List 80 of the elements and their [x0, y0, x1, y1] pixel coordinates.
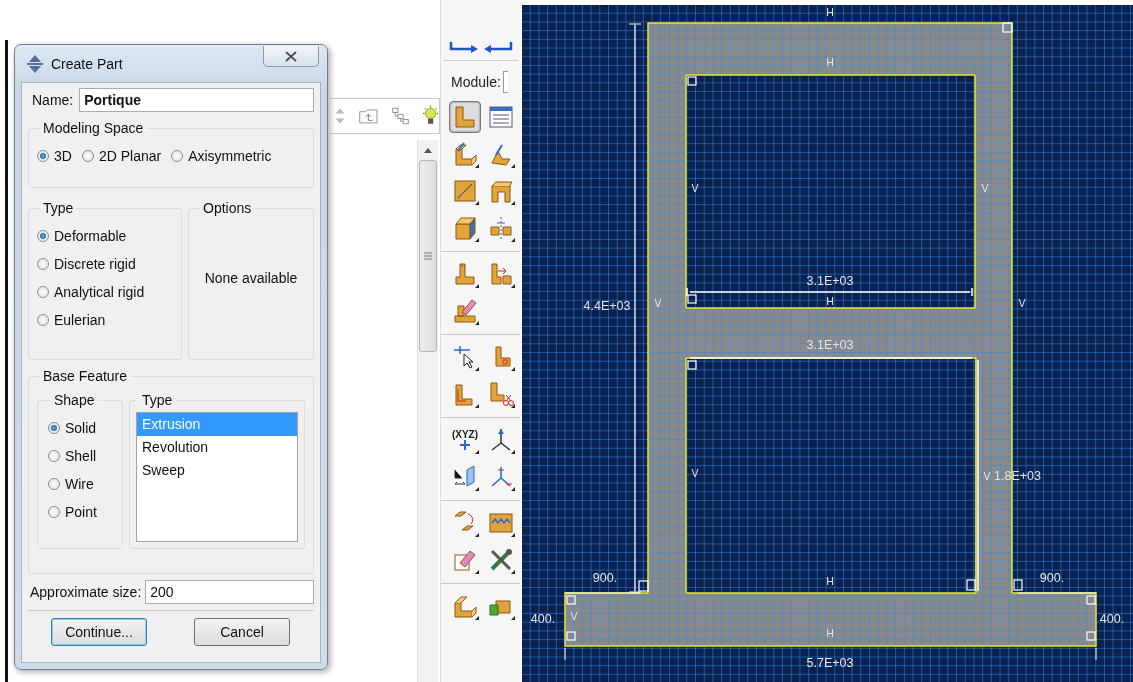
constraint-label: V — [691, 467, 699, 479]
list-item[interactable]: Sweep — [137, 459, 297, 482]
radio-button[interactable]: Point — [48, 504, 112, 520]
frame-base[interactable] — [564, 592, 1097, 647]
radio-button[interactable]: Deformable — [37, 228, 173, 244]
dimension-label: 400. — [530, 612, 556, 626]
constraint-label: H — [826, 295, 834, 307]
frame-column[interactable] — [647, 74, 687, 594]
radio-button[interactable]: 2D Planar — [81, 148, 162, 164]
dimension-label: 900. — [1039, 571, 1065, 585]
grip-icon — [424, 251, 432, 261]
radio-button[interactable]: Analytical rigid — [37, 284, 173, 300]
channel-solid-icon — [488, 178, 514, 204]
name-label: Name: — [32, 92, 74, 108]
options-message: None available — [204, 269, 298, 286]
group-title: Base Feature — [42, 368, 129, 384]
right-arrow-icon — [449, 39, 479, 53]
group-title: Type — [42, 200, 75, 216]
constraint-label: H — [826, 56, 834, 68]
radio-button[interactable]: Axisymmetric — [171, 148, 272, 164]
group-title: Options — [202, 200, 253, 216]
rounded-block-icon — [452, 215, 478, 241]
wrench-screwdriver-icon — [488, 547, 514, 573]
dimension-label: 900. — [592, 571, 618, 585]
continue-button[interactable]: Continue... — [51, 618, 147, 646]
eraser-block-icon — [452, 298, 478, 324]
module-dropdown[interactable] — [502, 71, 508, 93]
mirror-plane-icon — [488, 215, 514, 241]
frame-beam[interactable] — [647, 22, 1013, 76]
frame-beam[interactable] — [685, 307, 977, 359]
dimension-label: 3.1E+03 — [806, 274, 854, 288]
constraint-label: H — [826, 6, 834, 18]
dialog-title: Create Part — [51, 55, 124, 72]
folder-up-icon — [358, 106, 379, 126]
constraint-label: V — [983, 470, 991, 482]
dimension-label: 400. — [1099, 612, 1125, 626]
plane-axes-icon — [452, 464, 478, 490]
close-button[interactable] — [263, 46, 319, 67]
list-item[interactable]: Revolution — [137, 436, 297, 459]
scissors-block-icon — [488, 381, 514, 407]
dimension-label: 4.4E+03 — [583, 299, 631, 313]
partition-block-icon — [452, 261, 478, 287]
solid-l-icon — [452, 593, 478, 619]
radio-button[interactable]: Solid — [48, 420, 112, 436]
l-shape-icon — [452, 104, 478, 130]
move-block-icon — [488, 261, 514, 287]
radio-button[interactable]: Discrete rigid — [37, 256, 173, 272]
cancel-button[interactable]: Cancel — [194, 618, 290, 646]
dimension-label: 3.1E+03 — [806, 338, 854, 352]
extruded-l-icon — [452, 141, 478, 167]
group-title: Modeling Space — [42, 120, 145, 136]
tree-diagram-icon — [390, 105, 410, 127]
tool-button[interactable]: (XYZ) — [449, 424, 481, 456]
approximate-size-field[interactable]: 200 — [145, 580, 314, 604]
constraint-label: H — [826, 575, 834, 587]
module-label: Module: — [451, 74, 501, 90]
constraint-label: V — [1018, 297, 1026, 309]
constraint-label: V — [654, 297, 662, 309]
radio-button[interactable]: Wire — [48, 476, 112, 492]
up-down-arrows-icon — [334, 106, 347, 126]
dimension-label: 5.7E+03 — [806, 656, 854, 670]
plus-icon — [460, 440, 470, 450]
radio-button[interactable]: Eulerian — [37, 312, 173, 328]
constraint-label: V — [570, 610, 578, 622]
left-arrow-icon — [483, 39, 513, 53]
close-icon — [285, 50, 297, 62]
name-field[interactable]: Portique — [79, 88, 314, 112]
wave-panel-icon — [488, 510, 514, 536]
scroll-up-arrow-icon — [423, 146, 433, 154]
constraint-label: H — [826, 627, 834, 639]
constraint-label: V — [691, 182, 699, 194]
double-arrow-icon — [25, 53, 45, 74]
radio-button[interactable]: Shell — [48, 448, 112, 464]
group-title: Shape — [53, 392, 96, 408]
list-window-icon — [488, 104, 514, 130]
radio-button[interactable]: 3D — [37, 148, 72, 164]
approximate-size-label: Approximate size: — [30, 584, 142, 600]
scrollbar-thumb[interactable] — [419, 160, 437, 352]
constraint-label: V — [981, 182, 989, 194]
group-title: Type — [141, 392, 174, 408]
